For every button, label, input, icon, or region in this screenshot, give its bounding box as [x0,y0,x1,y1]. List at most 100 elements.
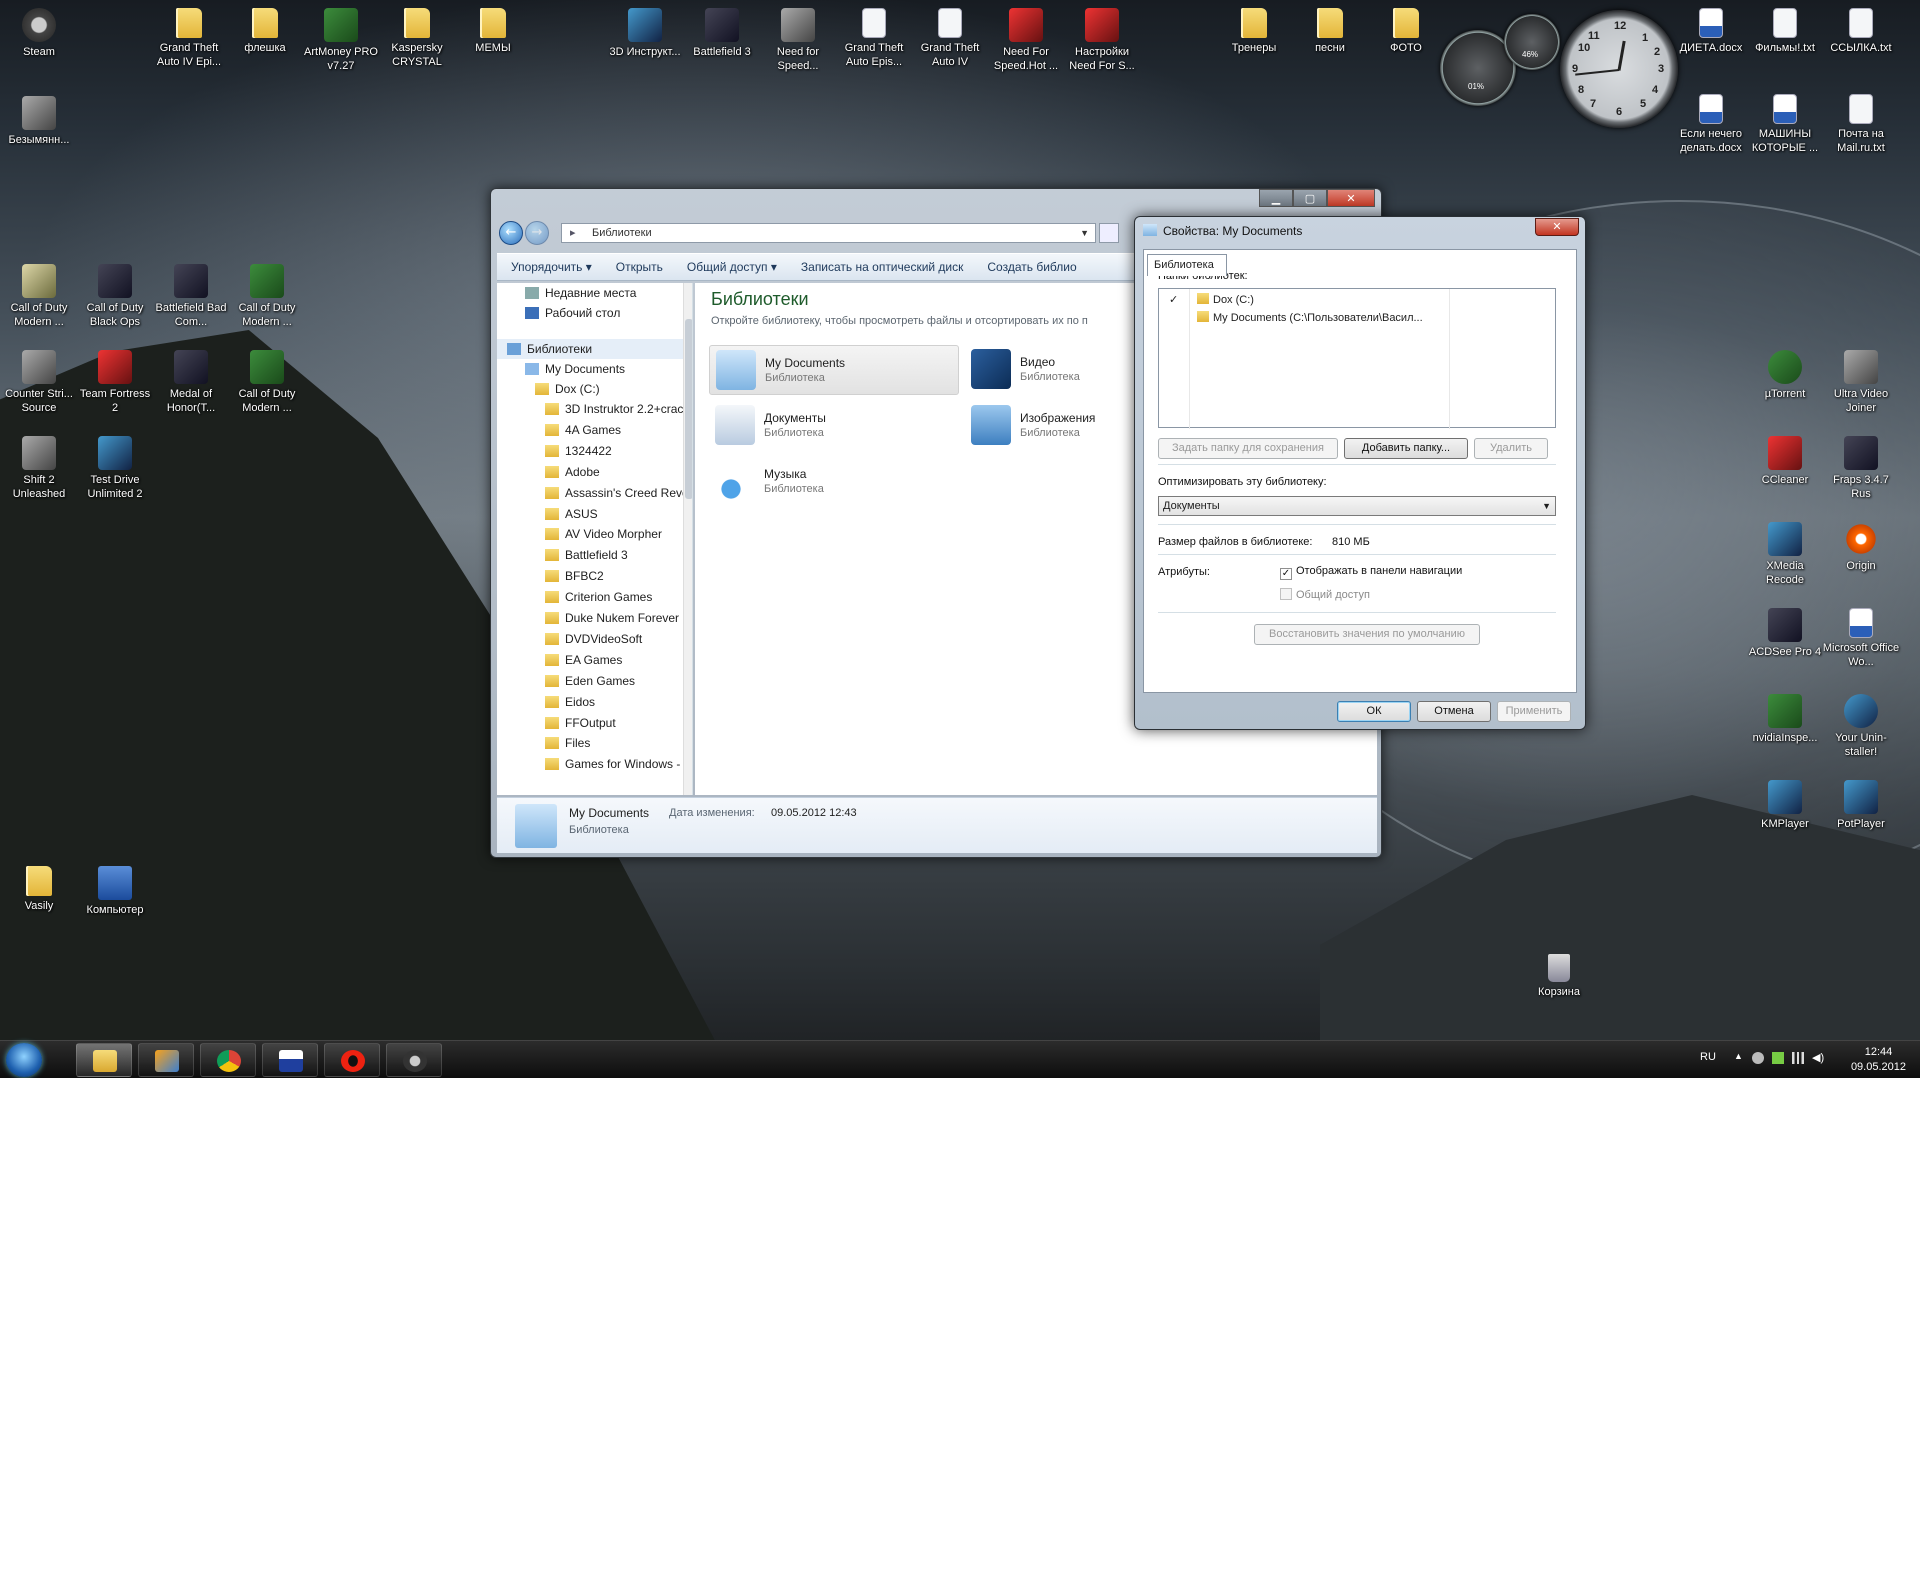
nav-folder-item[interactable]: 1324422 [545,441,612,461]
nav-folder-item[interactable]: AV Video Morpher [545,524,662,544]
desktop-icon-gta4[interactable]: Grand Theft Auto IV [911,8,989,69]
desktop-icon-nvidia[interactable]: nvidiaInspe... [1746,694,1824,745]
nav-desktop[interactable]: Рабочий стол [525,303,620,323]
cancel-button[interactable]: Отмена [1417,701,1491,722]
scrollbar-thumb[interactable] [685,319,692,499]
desktop-icon-battlefield3[interactable]: Battlefield 3 [683,8,761,59]
desktop-icon-fraps[interactable]: Fraps 3.4.7 Rus [1822,436,1900,501]
nav-folder-item[interactable]: Assassin's Creed Revel [545,483,691,503]
library-music[interactable]: Музыка Библиотека [709,457,959,507]
show-hidden-icons-button[interactable]: ▲ [1734,1051,1743,1061]
taskbar-clock[interactable]: 12:44 09.05.2012 [1851,1045,1906,1075]
volume-icon[interactable]: ◀) [1812,1051,1824,1064]
desktop-icon-3d-instruktor[interactable]: 3D Инструкт... [606,8,684,59]
taskbar-floppy-app[interactable] [262,1043,318,1077]
nav-folder-item[interactable]: Battlefield 3 [545,545,628,565]
desktop-icon-trenery[interactable]: Тренеры [1215,8,1293,55]
desktop-icon-untitled[interactable]: Безымянн... [0,96,78,147]
desktop-icon-ms-word[interactable]: Microsoft Office Wo... [1822,608,1900,669]
address-dropdown-icon[interactable]: ▼ [1080,224,1089,242]
desktop-icon-origin[interactable]: Origin [1822,522,1900,573]
nav-folder-item[interactable]: FFOutput [545,713,616,733]
set-save-location-button[interactable]: Задать папку для сохранения [1158,438,1338,459]
clock-gadget[interactable]: 12 3 6 9 1245 7 8 10 11 [1560,10,1678,128]
nav-folder-item[interactable]: Games for Windows - [545,754,680,774]
network-icon[interactable] [1792,1052,1804,1064]
language-indicator[interactable]: RU [1700,1051,1716,1063]
new-library-button[interactable]: Создать библио [973,254,1086,274]
desktop-icon-tdu2[interactable]: Test Drive Unlimited 2 [76,436,154,501]
nav-drive-c[interactable]: Dox (C:) [535,379,600,399]
desktop-icon-nfs-settings[interactable]: Настройки Need For S... [1063,8,1141,73]
desktop-icon-esli-nechego[interactable]: Если нечего делать.docx [1672,94,1750,155]
forward-button[interactable]: → [525,221,549,245]
desktop-icon-mashiny[interactable]: МАШИНЫ КОТОРЫЕ ... [1746,94,1824,155]
navigation-pane[interactable]: Недавние места Рабочий стол Библиотеки M… [497,283,693,795]
burn-button[interactable]: Записать на оптический диск [787,254,974,274]
nav-folder-item[interactable]: ASUS [545,504,598,524]
desktop-icon-computer[interactable]: Компьютер [76,866,154,917]
nav-folder-item[interactable]: Duke Nukem Forever [545,608,679,628]
library-my-documents[interactable]: My Documents Библиотека [709,345,959,395]
minimize-button[interactable]: ▁ [1259,189,1293,207]
folder-item-my-documents[interactable]: My Documents (C:\Пользователи\Васил... [1197,311,1423,324]
nav-folder-item[interactable]: DVDVideoSoft [545,629,642,649]
address-bar[interactable]: ▸ Библиотеки ▼ [561,223,1096,243]
apply-button[interactable]: Применить [1497,701,1571,722]
nav-folder-item[interactable]: Adobe [545,462,600,482]
library-documents[interactable]: Документы Библиотека [709,401,959,451]
nav-folder-item[interactable]: Criterion Games [545,587,652,607]
desktop-icon-vasily[interactable]: Vasily [0,866,78,913]
desktop-icon-foto[interactable]: ФОТО [1367,8,1445,55]
desktop-icon-xmedia[interactable]: XMedia Recode [1746,522,1824,587]
desktop-icon-recycle-bin[interactable]: Корзина [1520,954,1598,999]
properties-dialog[interactable]: Свойства: My Documents ✕ Библиотека Папк… [1134,216,1586,730]
shared-checkbox[interactable]: Общий доступ [1280,588,1370,601]
desktop-icon-your-uninstaller[interactable]: Your Unin-staller! [1822,694,1900,759]
desktop-icon-potplayer[interactable]: PotPlayer [1822,780,1900,831]
nav-folder-item[interactable]: Eden Games [545,671,635,691]
nav-folder-item[interactable]: EA Games [545,650,622,670]
taskbar-steam[interactable] [386,1043,442,1077]
library-folders-list[interactable]: ✓ Dox (C:) My Documents (C:\Пользователи… [1158,288,1556,429]
checkbox-checked[interactable]: ✓ [1280,568,1292,580]
organize-menu[interactable]: Упорядочить ▾ [497,254,602,274]
back-button[interactable]: ← [499,221,523,245]
close-button[interactable]: ✕ [1327,189,1375,207]
memory-meter-gadget[interactable]: 46% [1504,14,1560,70]
desktop-icon-moh[interactable]: Medal of Honor(T... [152,350,230,415]
desktop-icon-ssylka[interactable]: ССЫЛКА.txt [1822,8,1900,55]
nav-libraries[interactable]: Библиотеки [497,339,683,359]
nav-folder-item[interactable]: BFBC2 [545,566,604,586]
steam-tray-icon[interactable] [1752,1052,1764,1064]
ok-button[interactable]: ОК [1337,701,1411,722]
desktop-icon-css[interactable]: Counter Stri... Source [0,350,78,415]
taskbar-opera[interactable] [324,1043,380,1077]
tab-library[interactable]: Библиотека [1147,254,1227,276]
desktop-icon-bfbc[interactable]: Battlefield Bad Com... [152,264,230,329]
taskbar-chrome[interactable] [200,1043,256,1077]
nav-my-documents[interactable]: My Documents [525,359,625,379]
desktop-icon-cod-blackops[interactable]: Call of Duty Black Ops [76,264,154,329]
nav-recent-places[interactable]: Недавние места [525,283,636,303]
desktop-icon-nfs-hot[interactable]: Need For Speed.Hot ... [987,8,1065,73]
taskbar-explorer[interactable] [76,1043,132,1077]
desktop-icon-cod-mw3-2[interactable]: Call of Duty Modern ... [228,350,306,415]
desktop-icon-dieta[interactable]: ДИЕТА.docx [1672,8,1750,55]
desktop-icon-cod-mw2[interactable]: Call of Duty Modern ... [0,264,78,329]
checkbox-disabled[interactable] [1280,588,1292,600]
share-with-menu[interactable]: Общий доступ ▾ [673,254,787,274]
desktop-icon-gta-episodes-2[interactable]: Grand Theft Auto Epis... [835,8,913,69]
maximize-button[interactable]: ▢ [1293,189,1327,207]
remove-folder-button[interactable]: Удалить [1474,438,1548,459]
desktop-icon-ccleaner[interactable]: CCleaner [1746,436,1824,487]
desktop-icon-acdsee[interactable]: ACDSee Pro 4 [1746,608,1824,659]
nav-folder-item[interactable]: 3D Instruktor 2.2+crac [545,399,683,419]
refresh-button[interactable] [1099,223,1119,243]
nav-folder-item[interactable]: Eidos [545,692,595,712]
desktop-icon-gta-episodes[interactable]: Grand Theft Auto IV Epi... [150,8,228,69]
breadcrumb[interactable]: Библиотеки [592,227,652,239]
folder-item-dox[interactable]: Dox (C:) [1197,293,1254,306]
desktop-icon-tf2[interactable]: Team Fortress 2 [76,350,154,415]
show-in-navigation-checkbox[interactable]: ✓ Отображать в панели навигации [1280,565,1462,580]
